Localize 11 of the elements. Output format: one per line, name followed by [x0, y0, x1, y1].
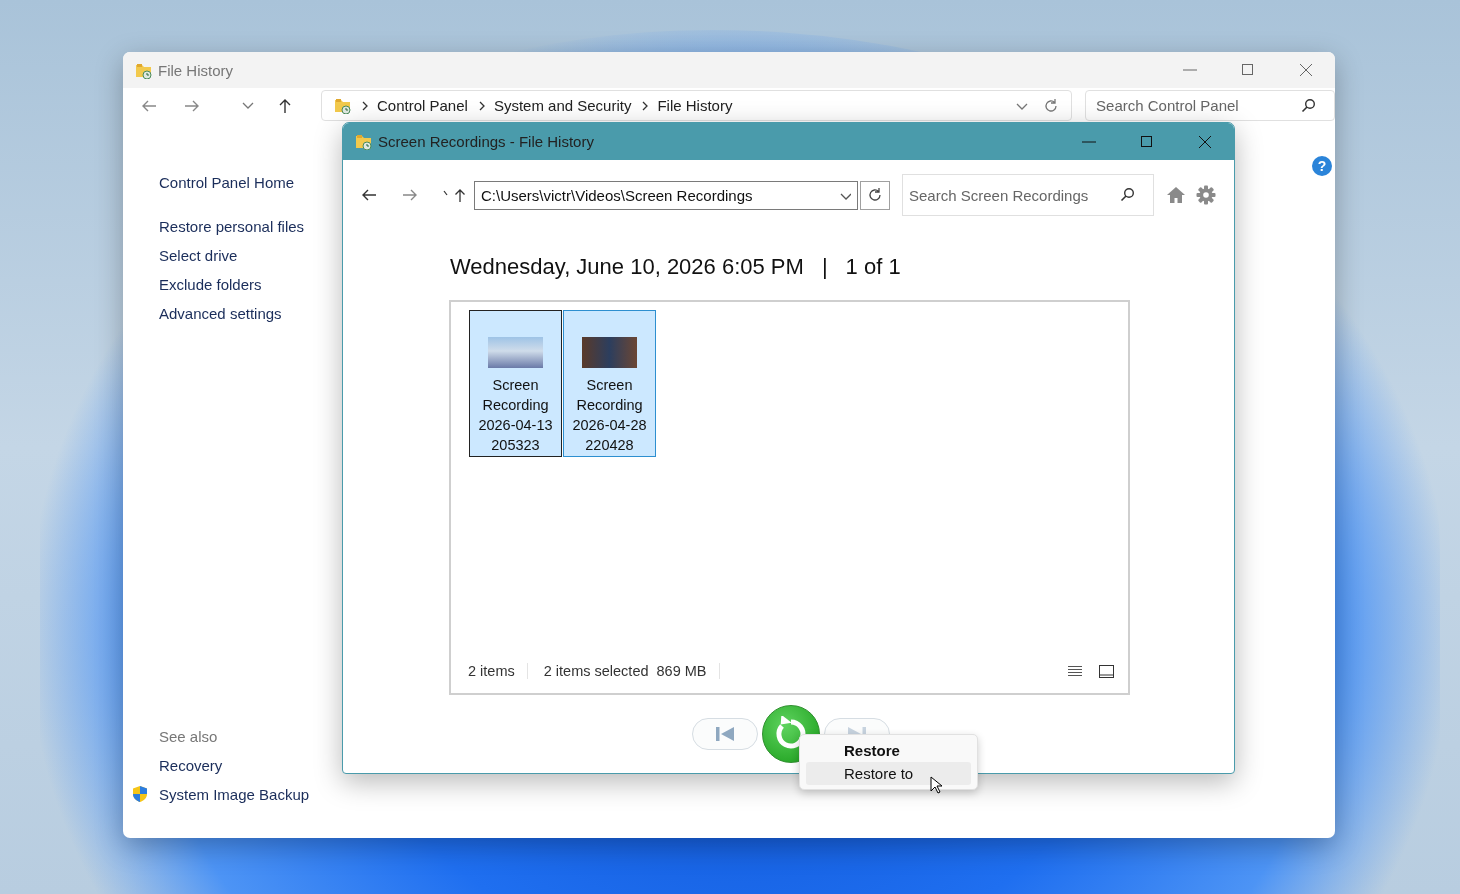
- window-title: Screen Recordings - File History: [378, 133, 594, 150]
- selection-size: 869 MB: [656, 663, 707, 679]
- item-count: 2 items: [468, 663, 515, 679]
- file-name: Screen Recording 2026-04-13 205323: [477, 376, 554, 455]
- window-title: File History: [158, 61, 233, 79]
- version-position: 1 of 1: [845, 254, 901, 280]
- selection-count: 2 items selected: [543, 663, 649, 679]
- section-heading: See also: [159, 728, 219, 745]
- file-name: Screen Recording 2026-04-28 220428: [571, 376, 648, 455]
- backup-date: Wednesday, June 10, 2026 6:05 PM: [450, 254, 804, 280]
- pipe-character: |: [821, 254, 828, 280]
